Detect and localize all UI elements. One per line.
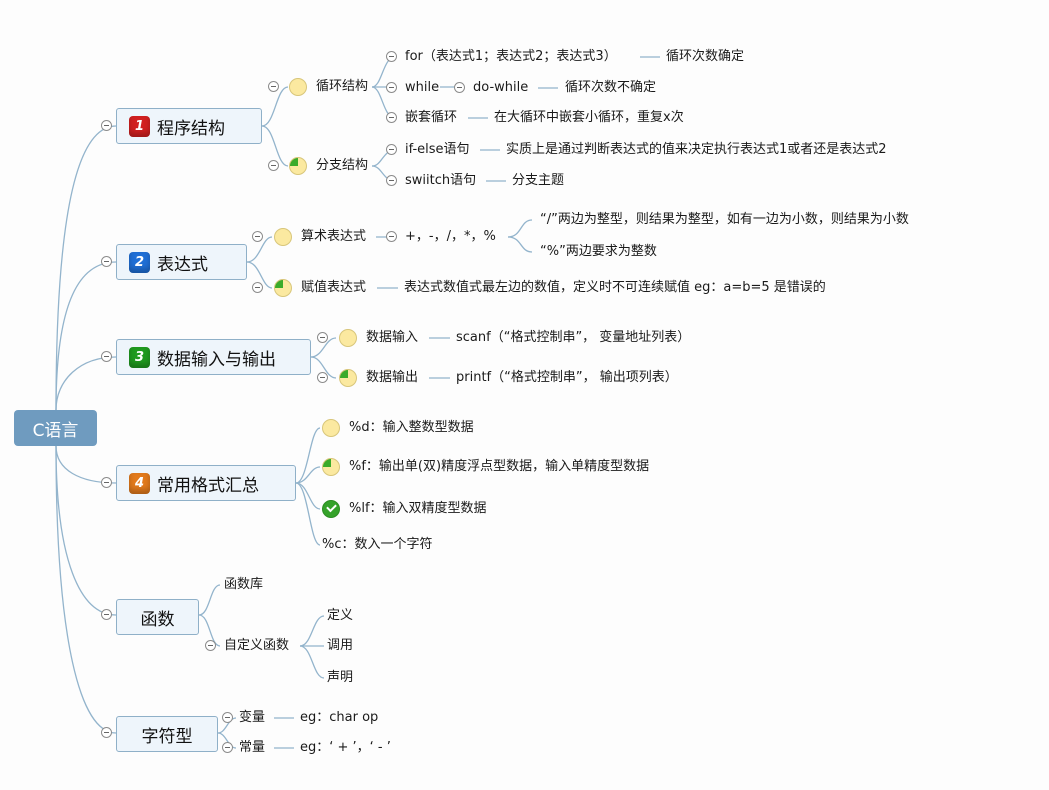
node-switch-note[interactable]: 分支主题	[512, 172, 564, 190]
node-if-else[interactable]: if-else语句	[405, 141, 470, 159]
node-fmt-d[interactable]: %d：输入整数型数据	[349, 419, 474, 437]
branch-program-structure[interactable]: 1 程序结构	[116, 108, 262, 144]
node-printf[interactable]: printf（“格式控制串”， 输出项列表）	[456, 369, 678, 387]
root-node[interactable]: C语言	[14, 410, 97, 446]
node-mod-note[interactable]: “%”两边要求为整数	[540, 243, 657, 261]
collapse-icon[interactable]	[252, 282, 263, 293]
node-for[interactable]: for（表达式1；表达式2；表达式3）	[405, 48, 617, 66]
node-div-note[interactable]: “/”两边为整型，则结果为整型，如有一边为小数，则结果为小数	[540, 211, 909, 229]
node-declare[interactable]: 声明	[327, 669, 353, 687]
node-while[interactable]: while	[405, 79, 439, 97]
branch-label: 常用格式汇总	[157, 475, 259, 496]
node-fmt-c[interactable]: %c：数入一个字符	[322, 536, 433, 554]
collapse-icon[interactable]	[252, 231, 263, 242]
node-call[interactable]: 调用	[327, 637, 353, 655]
node-var-eg[interactable]: eg：char op	[300, 709, 378, 727]
node-lib[interactable]: 函数库	[224, 576, 263, 594]
node-loop[interactable]: 循环结构	[316, 78, 368, 96]
node-const[interactable]: 常量	[239, 739, 265, 757]
collapse-icon[interactable]	[386, 175, 397, 186]
node-assign-note[interactable]: 表达式数值式最左边的数值，定义时不可连续赋值 eg：a=b=5 是错误的	[404, 279, 826, 297]
collapse-icon[interactable]	[317, 332, 328, 343]
priority-3-icon: 3	[129, 346, 150, 368]
collapse-icon[interactable]	[317, 372, 328, 383]
collapse-icon[interactable]	[222, 712, 233, 723]
priority-2-icon: 2	[129, 251, 150, 273]
priority-1-icon: 1	[129, 115, 150, 137]
progress-quarter-icon	[274, 279, 292, 297]
node-scanf[interactable]: scanf（“格式控制串”， 变量地址列表）	[456, 329, 690, 347]
node-nested-note[interactable]: 在大循环中嵌套小循环，重复x次	[494, 109, 684, 127]
collapse-icon[interactable]	[101, 256, 112, 267]
branch-label: 字符型	[141, 726, 193, 747]
progress-quarter-icon	[289, 157, 307, 175]
collapse-icon[interactable]	[386, 112, 397, 123]
collapse-icon[interactable]	[101, 727, 112, 738]
node-if-else-note[interactable]: 实质上是通过判断表达式的值来决定执行表达式1或者还是表达式2	[506, 141, 887, 159]
collapse-icon[interactable]	[222, 742, 233, 753]
root-label: C语言	[32, 420, 79, 441]
collapse-icon[interactable]	[205, 640, 216, 651]
collapse-icon[interactable]	[101, 609, 112, 620]
node-input[interactable]: 数据输入	[366, 329, 418, 347]
node-switch[interactable]: swiitch语句	[405, 172, 476, 190]
progress-empty-icon	[322, 419, 340, 437]
branch-expression[interactable]: 2 表达式	[116, 244, 247, 280]
collapse-icon[interactable]	[268, 160, 279, 171]
progress-empty-icon	[339, 329, 357, 347]
branch-function[interactable]: 函数	[116, 599, 199, 635]
branch-char-type[interactable]: 字符型	[116, 716, 218, 752]
priority-4-icon: 4	[129, 472, 150, 494]
collapse-icon[interactable]	[101, 477, 112, 488]
node-output[interactable]: 数据输出	[366, 369, 418, 387]
collapse-icon[interactable]	[386, 51, 397, 62]
node-ops[interactable]: +，-，/，*，%	[405, 228, 496, 246]
node-branch[interactable]: 分支结构	[316, 157, 368, 175]
progress-empty-icon	[289, 78, 307, 96]
node-fmt-f[interactable]: %f：输出单(双)精度浮点型数据，输入单精度型数据	[349, 458, 649, 476]
node-assign[interactable]: 赋值表达式	[301, 279, 366, 297]
node-arith[interactable]: 算术表达式	[301, 228, 366, 246]
node-while-note[interactable]: 循环次数不确定	[565, 79, 656, 97]
node-custom[interactable]: 自定义函数	[224, 637, 289, 655]
collapse-icon[interactable]	[454, 82, 465, 93]
collapse-icon[interactable]	[101, 351, 112, 362]
collapse-icon[interactable]	[386, 144, 397, 155]
branch-label: 数据输入与输出	[157, 349, 276, 370]
branch-data-io[interactable]: 3 数据输入与输出	[116, 339, 311, 375]
collapse-icon[interactable]	[386, 231, 397, 242]
node-nested[interactable]: 嵌套循环	[405, 109, 457, 127]
collapse-icon[interactable]	[386, 82, 397, 93]
node-for-note[interactable]: 循环次数确定	[666, 48, 744, 66]
collapse-icon[interactable]	[268, 81, 279, 92]
node-fmt-lf[interactable]: %lf：输入双精度型数据	[349, 500, 487, 518]
progress-quarter-icon	[339, 369, 357, 387]
progress-complete-icon	[322, 500, 340, 518]
branch-format-summary[interactable]: 4 常用格式汇总	[116, 465, 296, 501]
branch-label: 表达式	[157, 254, 208, 275]
node-do-while[interactable]: do-while	[473, 79, 528, 97]
branch-label: 函数	[140, 609, 175, 630]
node-define[interactable]: 定义	[327, 607, 353, 625]
node-const-eg[interactable]: eg：‘ + ’，‘ - ’	[300, 739, 391, 757]
collapse-icon[interactable]	[101, 120, 112, 131]
progress-quarter-icon	[322, 458, 340, 476]
node-var[interactable]: 变量	[239, 709, 265, 727]
progress-empty-icon	[274, 228, 292, 246]
branch-label: 程序结构	[157, 118, 225, 139]
